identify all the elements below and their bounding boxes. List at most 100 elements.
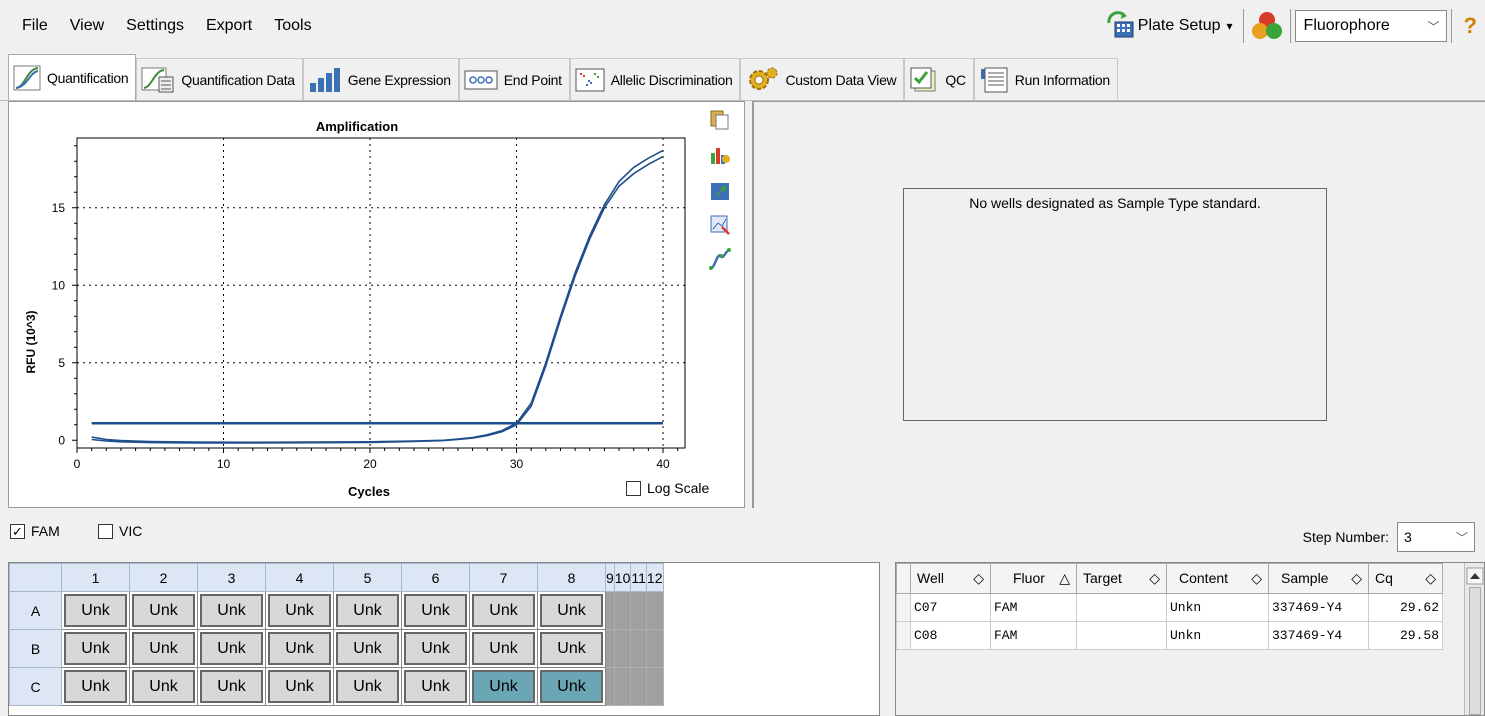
plate-well[interactable]: Unk	[268, 594, 331, 627]
row-selector[interactable]	[896, 621, 911, 650]
table-cell[interactable]: 29.62	[1368, 593, 1443, 622]
tab-quantification-data[interactable]: Quantification Data	[136, 58, 303, 100]
column-header-cq[interactable]: Cq ◇	[1368, 563, 1443, 594]
plate-well[interactable]: Unk	[404, 670, 467, 703]
plate-well[interactable]: Unk	[268, 670, 331, 703]
column-header[interactable]: 11	[630, 563, 647, 592]
menu-file[interactable]: File	[0, 0, 59, 52]
column-header[interactable]: 1	[61, 563, 130, 592]
row-selector-header[interactable]	[896, 563, 911, 594]
log-scale-checkbox[interactable]: Log Scale	[626, 480, 709, 496]
plate-well[interactable]: Unk	[64, 670, 127, 703]
empty-well[interactable]	[645, 629, 664, 668]
empty-well[interactable]	[605, 629, 615, 668]
plate-well[interactable]: Unk	[336, 670, 399, 703]
empty-well[interactable]	[630, 629, 647, 668]
column-header[interactable]: 7	[469, 563, 538, 592]
tab-quantification[interactable]: Quantification	[8, 54, 137, 100]
column-header[interactable]: 5	[333, 563, 402, 592]
scroll-up-icon[interactable]	[1466, 567, 1484, 585]
menu-tools[interactable]: Tools	[263, 0, 322, 52]
fluorophore-select[interactable]: Fluorophore ﹀	[1294, 10, 1447, 42]
plate-well[interactable]: Unk	[200, 670, 263, 703]
table-cell[interactable]: FAM	[990, 593, 1077, 622]
column-header[interactable]: 6	[401, 563, 470, 592]
help-icon[interactable]: ?	[1456, 13, 1485, 39]
empty-well[interactable]	[605, 591, 615, 630]
plate-well[interactable]: Unk	[540, 594, 603, 627]
column-header[interactable]: 2	[129, 563, 198, 592]
table-cell[interactable]: 337469-Y4	[1268, 621, 1369, 650]
zoom-chart-icon[interactable]	[709, 214, 731, 236]
empty-well[interactable]	[645, 667, 664, 706]
menu-settings[interactable]: Settings	[115, 0, 195, 52]
table-cell[interactable]	[1076, 593, 1167, 622]
copy-icon[interactable]	[709, 108, 731, 130]
table-cell[interactable]: Unkn	[1166, 593, 1269, 622]
empty-well[interactable]	[630, 591, 647, 630]
plate-well[interactable]: Unk	[404, 632, 467, 665]
column-header[interactable]: 4	[265, 563, 334, 592]
column-header[interactable]: 12	[645, 563, 664, 592]
table-cell[interactable]: Unkn	[1166, 621, 1269, 650]
table-cell[interactable]	[1076, 621, 1167, 650]
plate-well[interactable]: Unk	[200, 632, 263, 665]
tab-allelic-discrimination[interactable]: Allelic Discrimination	[569, 58, 741, 100]
table-cell[interactable]: FAM	[990, 621, 1077, 650]
plate-well[interactable]: Unk	[132, 594, 195, 627]
empty-well[interactable]	[613, 667, 632, 706]
plate-well[interactable]: Unk	[540, 632, 603, 665]
color-balls-icon[interactable]	[1250, 9, 1284, 43]
column-header[interactable]: 10	[613, 563, 632, 592]
table-row[interactable]: C08 FAM Unkn 337469-Y4 29.58	[896, 621, 1443, 650]
tab-end-point[interactable]: End Point	[458, 58, 570, 100]
table-scrollbar[interactable]	[1464, 563, 1484, 715]
empty-well[interactable]	[630, 667, 647, 706]
row-header[interactable]: A	[9, 591, 62, 630]
menu-view[interactable]: View	[59, 0, 115, 52]
table-cell[interactable]: C08	[910, 621, 991, 650]
plate-well[interactable]: Unk	[268, 632, 331, 665]
empty-well[interactable]	[605, 667, 615, 706]
vic-checkbox[interactable]: VIC	[98, 523, 142, 539]
empty-well[interactable]	[613, 629, 632, 668]
column-header[interactable]: 8	[537, 563, 606, 592]
table-cell[interactable]: 29.58	[1368, 621, 1443, 650]
step-number-select[interactable]: 3 ﹀	[1397, 522, 1475, 552]
plate-setup-button[interactable]: Plate Setup ▾	[1100, 6, 1239, 46]
table-cell[interactable]: 337469-Y4	[1268, 593, 1369, 622]
plate-well[interactable]: Unk	[336, 594, 399, 627]
column-header[interactable]: 3	[197, 563, 266, 592]
plate-well[interactable]: Unk	[472, 594, 535, 627]
column-header[interactable]: 9	[605, 563, 615, 592]
table-cell[interactable]: C07	[910, 593, 991, 622]
column-header-sample[interactable]: Sample ◇	[1268, 563, 1369, 594]
column-header-target[interactable]: Target ◇	[1076, 563, 1167, 594]
tab-custom-data-view[interactable]: Custom Data View	[740, 58, 905, 100]
plate-well[interactable]: Unk	[132, 670, 195, 703]
table-row[interactable]: C07 FAM Unkn 337469-Y4 29.62	[896, 593, 1443, 622]
column-header-content[interactable]: Content ◇	[1166, 563, 1269, 594]
plate-well-selected[interactable]: Unk	[472, 670, 535, 703]
menu-export[interactable]: Export	[195, 0, 263, 52]
curve-fit-icon[interactable]	[709, 248, 731, 270]
plate-well-selected[interactable]: Unk	[540, 670, 603, 703]
plate-well[interactable]: Unk	[404, 594, 467, 627]
row-header[interactable]: C	[9, 667, 62, 706]
empty-well[interactable]	[613, 591, 632, 630]
plate-well[interactable]: Unk	[472, 632, 535, 665]
save-chart-icon[interactable]	[709, 180, 731, 202]
tab-qc[interactable]: QC	[904, 58, 974, 100]
scroll-thumb[interactable]	[1468, 587, 1481, 715]
tab-gene-expression[interactable]: Gene Expression	[302, 58, 459, 100]
plate-well[interactable]: Unk	[200, 594, 263, 627]
plate-well[interactable]: Unk	[64, 594, 127, 627]
plate-well[interactable]: Unk	[132, 632, 195, 665]
column-header-fluor[interactable]: Fluor △	[990, 563, 1077, 594]
column-header-well[interactable]: Well ◇	[910, 563, 991, 594]
amplification-chart[interactable]: 0 10 20 30 40 0 5 10 15 Amplification Cycles RFU…	[9, 102, 744, 507]
export-chart-icon[interactable]	[709, 144, 731, 166]
empty-well[interactable]	[645, 591, 664, 630]
fam-checkbox[interactable]: ✓ FAM	[10, 523, 60, 539]
plate-well[interactable]: Unk	[64, 632, 127, 665]
